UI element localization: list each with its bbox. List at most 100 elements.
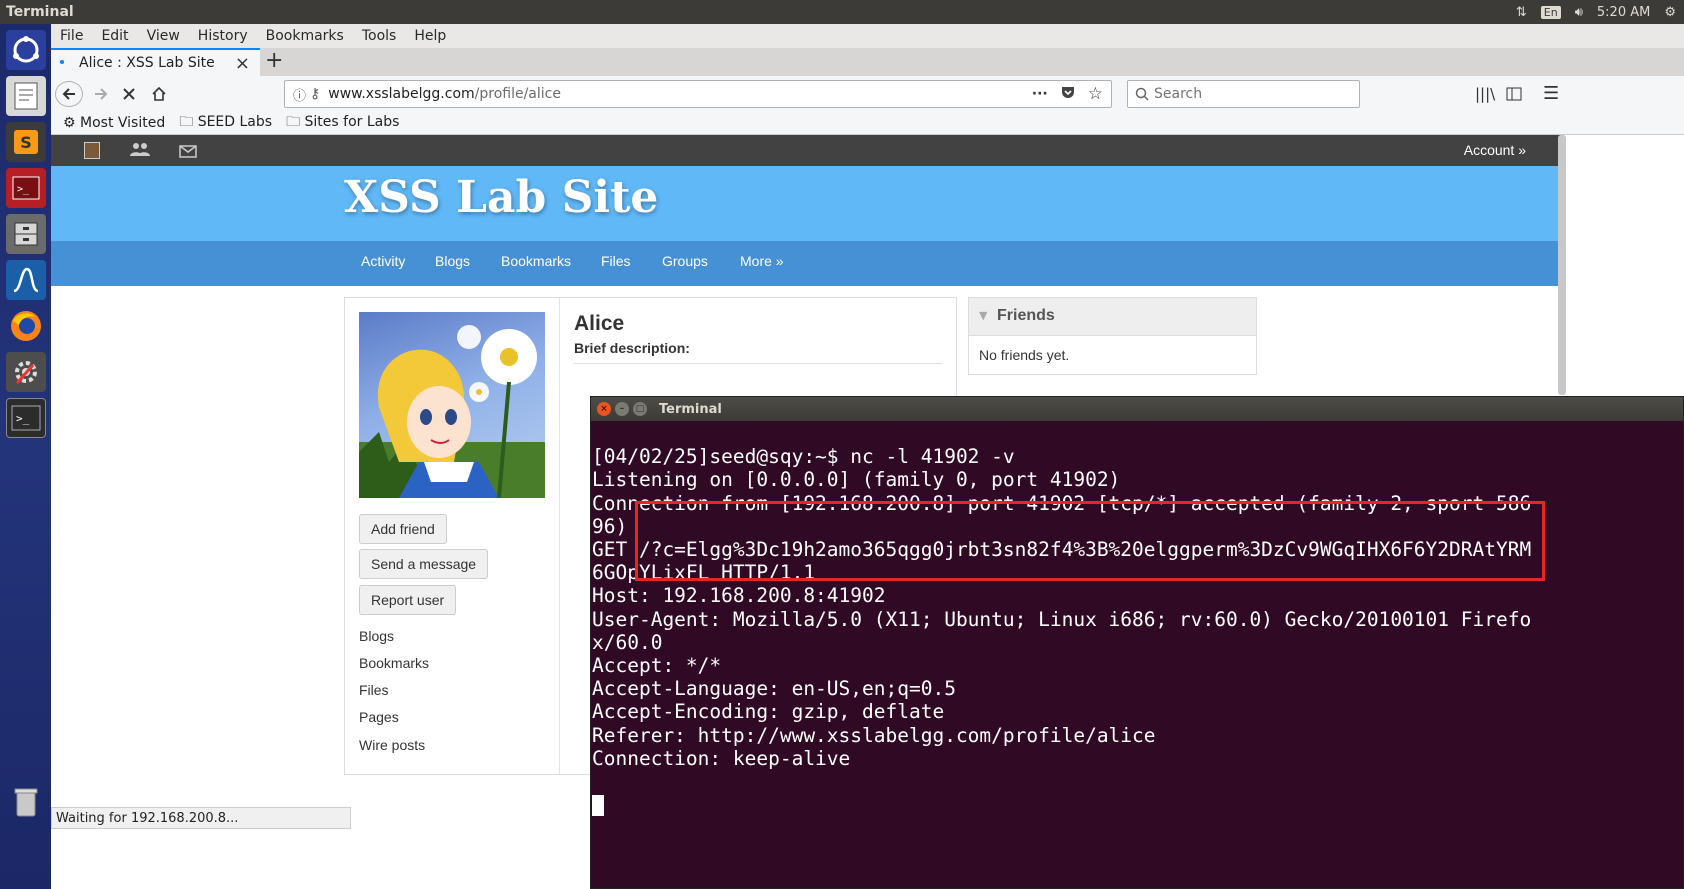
terminal-title: Terminal (659, 401, 722, 417)
gear-icon: ⚙ (63, 115, 81, 131)
page-actions-icon[interactable]: ··· (1032, 86, 1048, 102)
home-button[interactable] (145, 81, 173, 107)
friends-icon[interactable] (130, 141, 150, 161)
new-tab-icon[interactable]: + (265, 48, 283, 76)
keyboard-layout-indicator[interactable]: En (1540, 5, 1561, 19)
tab-strip: Alice : XSS Lab Site × + (51, 48, 1684, 76)
site-nav: Activity Blogs Bookmarks Files Groups Mo… (51, 241, 1564, 286)
profile-link-wire-posts[interactable]: Wire posts (359, 737, 425, 753)
browser-menubar: File Edit View History Bookmarks Tools H… (51, 24, 1684, 48)
browser-status: Waiting for 192.168.200.8... (51, 807, 351, 829)
terminal-line: x/60.0 (592, 630, 663, 654)
send-message-button[interactable]: Send a message (359, 549, 489, 579)
firefox-icon[interactable] (6, 306, 46, 346)
nav-blogs[interactable]: Blogs (435, 253, 470, 269)
search-placeholder: Search (1154, 86, 1203, 102)
friends-widget-title: Friends (997, 307, 1055, 324)
stop-loading-button[interactable] (115, 81, 143, 107)
search-box[interactable]: Search (1127, 80, 1360, 108)
search-icon (1135, 87, 1149, 101)
nav-groups[interactable]: Groups (662, 253, 708, 269)
friends-empty-text: No friends yet. (979, 347, 1070, 363)
profile-link-bookmarks[interactable]: Bookmarks (359, 655, 429, 671)
profile-link-blogs[interactable]: Blogs (359, 628, 394, 644)
loading-indicator (60, 60, 64, 64)
site-header (51, 166, 1564, 241)
minimize-window-icon[interactable]: – (615, 402, 629, 416)
account-menu[interactable]: Account » (1464, 142, 1526, 158)
settings-gear-icon[interactable]: ⚙ (1664, 5, 1676, 20)
menu-history[interactable]: History (189, 28, 257, 44)
terminal-line: User-Agent: Mozilla/5.0 (X11; Ubuntu; Li… (592, 607, 1532, 631)
nav-activity[interactable]: Activity (361, 253, 405, 269)
menu-file[interactable]: File (51, 28, 92, 44)
terminal-line: Connection: keep-alive (592, 746, 851, 770)
svg-text:S: S (20, 133, 32, 152)
profile-link-pages[interactable]: Pages (359, 709, 399, 725)
svg-text:>_: >_ (16, 412, 30, 425)
sublime-text-icon[interactable]: S (6, 122, 46, 162)
red-terminal-icon[interactable]: >_ (6, 168, 46, 208)
ubuntu-dash-icon[interactable] (6, 30, 46, 70)
bookmark-most-visited[interactable]: ⚙ Most Visited (63, 115, 165, 131)
text-editor-icon[interactable] (6, 76, 46, 116)
menu-tools[interactable]: Tools (353, 28, 406, 44)
terminal-output[interactable]: [04/02/25]seed@sqy:~$ nc -l 41902 -v List… (592, 422, 1592, 863)
menu-edit[interactable]: Edit (92, 28, 137, 44)
terminal-launcher-icon[interactable]: >_ (6, 398, 46, 438)
hamburger-menu-icon[interactable]: ☰ (1543, 83, 1559, 104)
menu-bookmarks[interactable]: Bookmarks (257, 28, 353, 44)
menu-view[interactable]: View (138, 28, 189, 44)
description-divider (574, 363, 942, 364)
launcher: S >_ >_ (0, 24, 51, 889)
trash-icon[interactable] (6, 782, 46, 822)
sidebar-icon[interactable] (1506, 86, 1522, 105)
network-icon[interactable]: ⇅ (1516, 5, 1527, 20)
volume-icon[interactable]: 🔊︎ (1575, 5, 1583, 20)
add-friend-button[interactable]: Add friend (359, 514, 447, 544)
system-settings-icon[interactable] (6, 352, 46, 392)
tab-alice-profile[interactable]: Alice : XSS Lab Site × (51, 48, 260, 76)
profile-avatar[interactable] (359, 312, 545, 498)
library-icon[interactable]: |||\ (1475, 85, 1495, 103)
wireshark-icon[interactable] (6, 260, 46, 300)
url-host: www.xsslabelgg.com (328, 86, 475, 102)
back-button[interactable] (55, 81, 83, 107)
key-icon: ⚷ (310, 86, 321, 102)
bookmark-seed-labs[interactable]: 🗀︎ SEED Labs (179, 111, 272, 135)
menu-help[interactable]: Help (405, 28, 455, 44)
url-bar[interactable]: ⓘ ⚷ www.xsslabelgg.com/profile/alice ···… (284, 80, 1112, 108)
forward-button[interactable] (87, 81, 115, 107)
collapse-triangle-icon[interactable]: ▼ (979, 309, 987, 322)
svg-text:>_: >_ (17, 184, 30, 195)
clock[interactable]: 5:20 AM (1597, 5, 1650, 20)
maximize-window-icon[interactable]: □ (633, 402, 647, 416)
tab-title: Alice : XSS Lab Site (79, 55, 215, 71)
terminal-line: Accept: */* (592, 654, 722, 678)
close-window-icon[interactable]: × (597, 402, 611, 416)
site-title[interactable]: XSS Lab Site (344, 172, 658, 223)
nav-bookmarks[interactable]: Bookmarks (501, 253, 571, 269)
bookmark-star-icon[interactable]: ☆ (1088, 84, 1103, 104)
nav-more[interactable]: More » (740, 253, 784, 269)
bookmarks-toolbar: ⚙ Most Visited 🗀︎ SEED Labs 🗀︎ Sites for… (51, 112, 1684, 135)
files-cabinet-icon[interactable] (6, 214, 46, 254)
close-tab-icon[interactable]: × (235, 53, 250, 74)
pocket-icon[interactable] (1060, 84, 1076, 104)
profile-name: Alice (574, 312, 625, 335)
terminal-line: Accept-Language: en-US,en;q=0.5 (592, 677, 956, 701)
profile-divider (559, 298, 560, 774)
profile-link-files[interactable]: Files (359, 682, 389, 698)
terminal-titlebar[interactable]: × – □ Terminal (591, 397, 1683, 421)
terminal-line: Listening on [0.0.0.0] (family 0, port 4… (592, 468, 1121, 492)
report-user-button[interactable]: Report user (359, 585, 457, 615)
page-scrollbar[interactable] (1558, 135, 1566, 395)
messages-envelope-icon[interactable] (179, 143, 197, 162)
friends-widget-header[interactable]: ▼ Friends (969, 298, 1256, 336)
terminal-window[interactable]: × – □ Terminal [04/02/25]seed@sqy:~$ nc … (590, 396, 1684, 889)
nav-files[interactable]: Files (601, 253, 631, 269)
bookmark-sites-for-labs[interactable]: 🗀︎ Sites for Labs (286, 111, 399, 135)
site-info-icon[interactable]: ⓘ (293, 85, 306, 104)
elgg-logo-icon[interactable] (84, 142, 100, 159)
